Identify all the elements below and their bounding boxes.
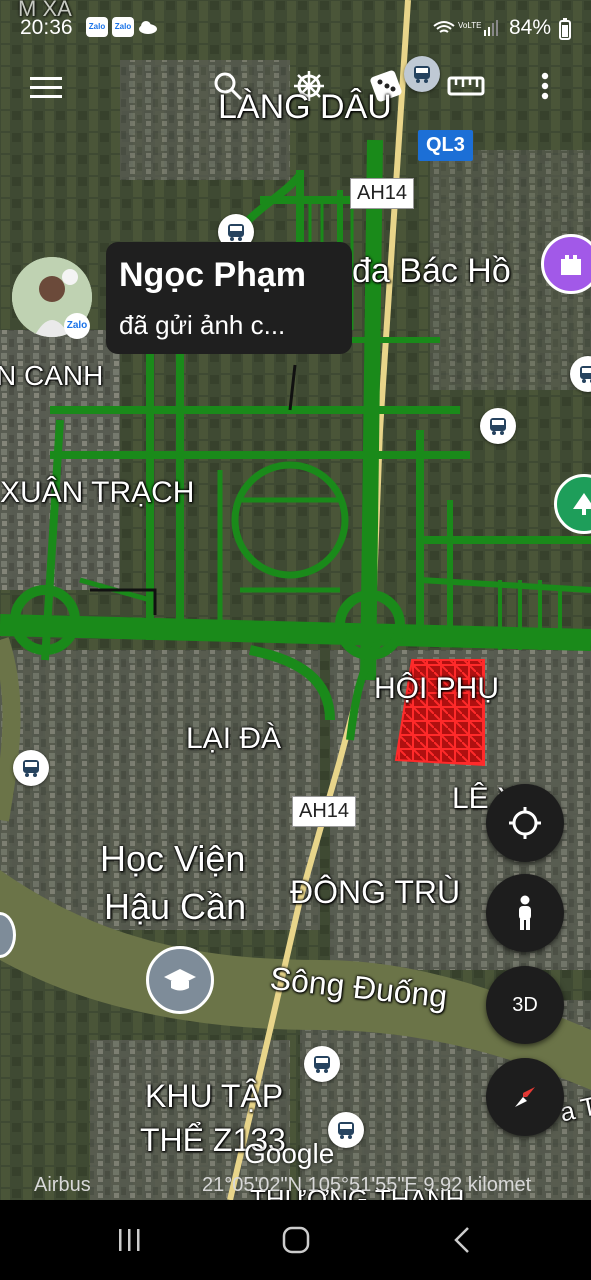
notification-sender: Ngọc Phạm xyxy=(119,256,307,294)
ah14-road-shield: AH14 xyxy=(350,178,415,209)
tree-icon xyxy=(573,493,591,515)
back-icon xyxy=(454,1227,469,1253)
ql3-road-shield: QL3 xyxy=(418,130,473,161)
place-label: HỘI PHỤ xyxy=(374,672,500,705)
place-label: LÀNG DÂU xyxy=(218,88,392,126)
signal-icon: VoLTE xyxy=(433,20,498,36)
bus-icon xyxy=(23,760,39,777)
3d-label: 3D xyxy=(512,993,538,1016)
compass-button[interactable] xyxy=(486,1058,564,1136)
bus-icon xyxy=(314,1056,330,1073)
street-view-button[interactable] xyxy=(486,874,564,952)
svg-text:VoLTE: VoLTE xyxy=(458,21,481,30)
bus-icon xyxy=(490,418,506,435)
battery-text: 84% xyxy=(508,16,551,39)
bus-icon xyxy=(338,1122,354,1139)
menu-button[interactable] xyxy=(24,66,68,110)
recents-icon xyxy=(119,1229,140,1251)
place-label: XUÂN TRẠCH xyxy=(0,476,195,509)
bus-icon xyxy=(580,366,591,383)
bus-stop-marker[interactable] xyxy=(304,1046,340,1082)
zalo-badge-icon: Zalo xyxy=(64,313,90,339)
bus-icon xyxy=(228,224,244,241)
place-label: đa Bác Hồ xyxy=(352,252,511,290)
graduation-cap-icon xyxy=(164,969,196,991)
home-button[interactable] xyxy=(274,1220,318,1260)
message-notification[interactable]: Ngọc Phạm đã gửi ảnh c... xyxy=(106,242,352,354)
ah14-road-shield: AH14 xyxy=(292,796,357,827)
place-label: LẠI ĐÀ xyxy=(186,722,282,755)
home-icon xyxy=(282,1226,310,1254)
bus-icon xyxy=(414,66,430,83)
ruler-icon xyxy=(447,76,485,96)
pegman-icon xyxy=(519,895,531,930)
back-button[interactable] xyxy=(440,1220,484,1260)
castle-icon xyxy=(561,255,581,275)
zalo-icon: Zalo xyxy=(86,17,108,37)
cloud-icon xyxy=(139,21,157,34)
school-marker[interactable] xyxy=(146,946,214,1014)
battery-icon xyxy=(559,18,571,40)
more-vert-icon xyxy=(541,72,549,100)
coordinates-scale-readout: 21°05'02"N 105°51'55"E 9.92 kilomet xyxy=(202,1174,532,1196)
notification-message: đã gửi ảnh c... xyxy=(119,310,286,340)
hamburger-menu-icon xyxy=(30,77,62,98)
place-label: Học Viện xyxy=(100,838,246,879)
imagery-attribution: Airbus xyxy=(34,1174,91,1196)
place-label: KHU TẬP xyxy=(145,1078,284,1114)
place-label: M XÃ xyxy=(18,0,72,21)
bus-stop-marker[interactable] xyxy=(480,408,516,444)
system-nav-bar xyxy=(0,1200,591,1280)
zalo-icon: Zalo xyxy=(112,17,134,37)
google-logo: Google xyxy=(244,1138,335,1169)
my-location-button[interactable] xyxy=(486,784,564,862)
more-options-button[interactable] xyxy=(523,64,567,108)
measure-button[interactable] xyxy=(444,64,488,108)
my-location-icon xyxy=(509,807,541,839)
place-label: Hậu Cần xyxy=(104,886,247,927)
place-label: N CANH xyxy=(0,360,104,391)
recents-button[interactable] xyxy=(108,1220,152,1260)
compass-icon xyxy=(515,1087,535,1107)
bus-stop-marker[interactable] xyxy=(404,56,440,92)
3d-toggle-button[interactable]: 3D xyxy=(486,966,564,1044)
map-footer: Airbus Google 21°05'02"N 105°51'55"E 9.9… xyxy=(0,1138,591,1200)
bus-stop-marker[interactable] xyxy=(13,750,49,786)
status-bar: 20:36 Zalo Zalo VoLTE 84% xyxy=(0,0,591,54)
place-label: ĐÔNG TRÙ xyxy=(290,874,461,910)
